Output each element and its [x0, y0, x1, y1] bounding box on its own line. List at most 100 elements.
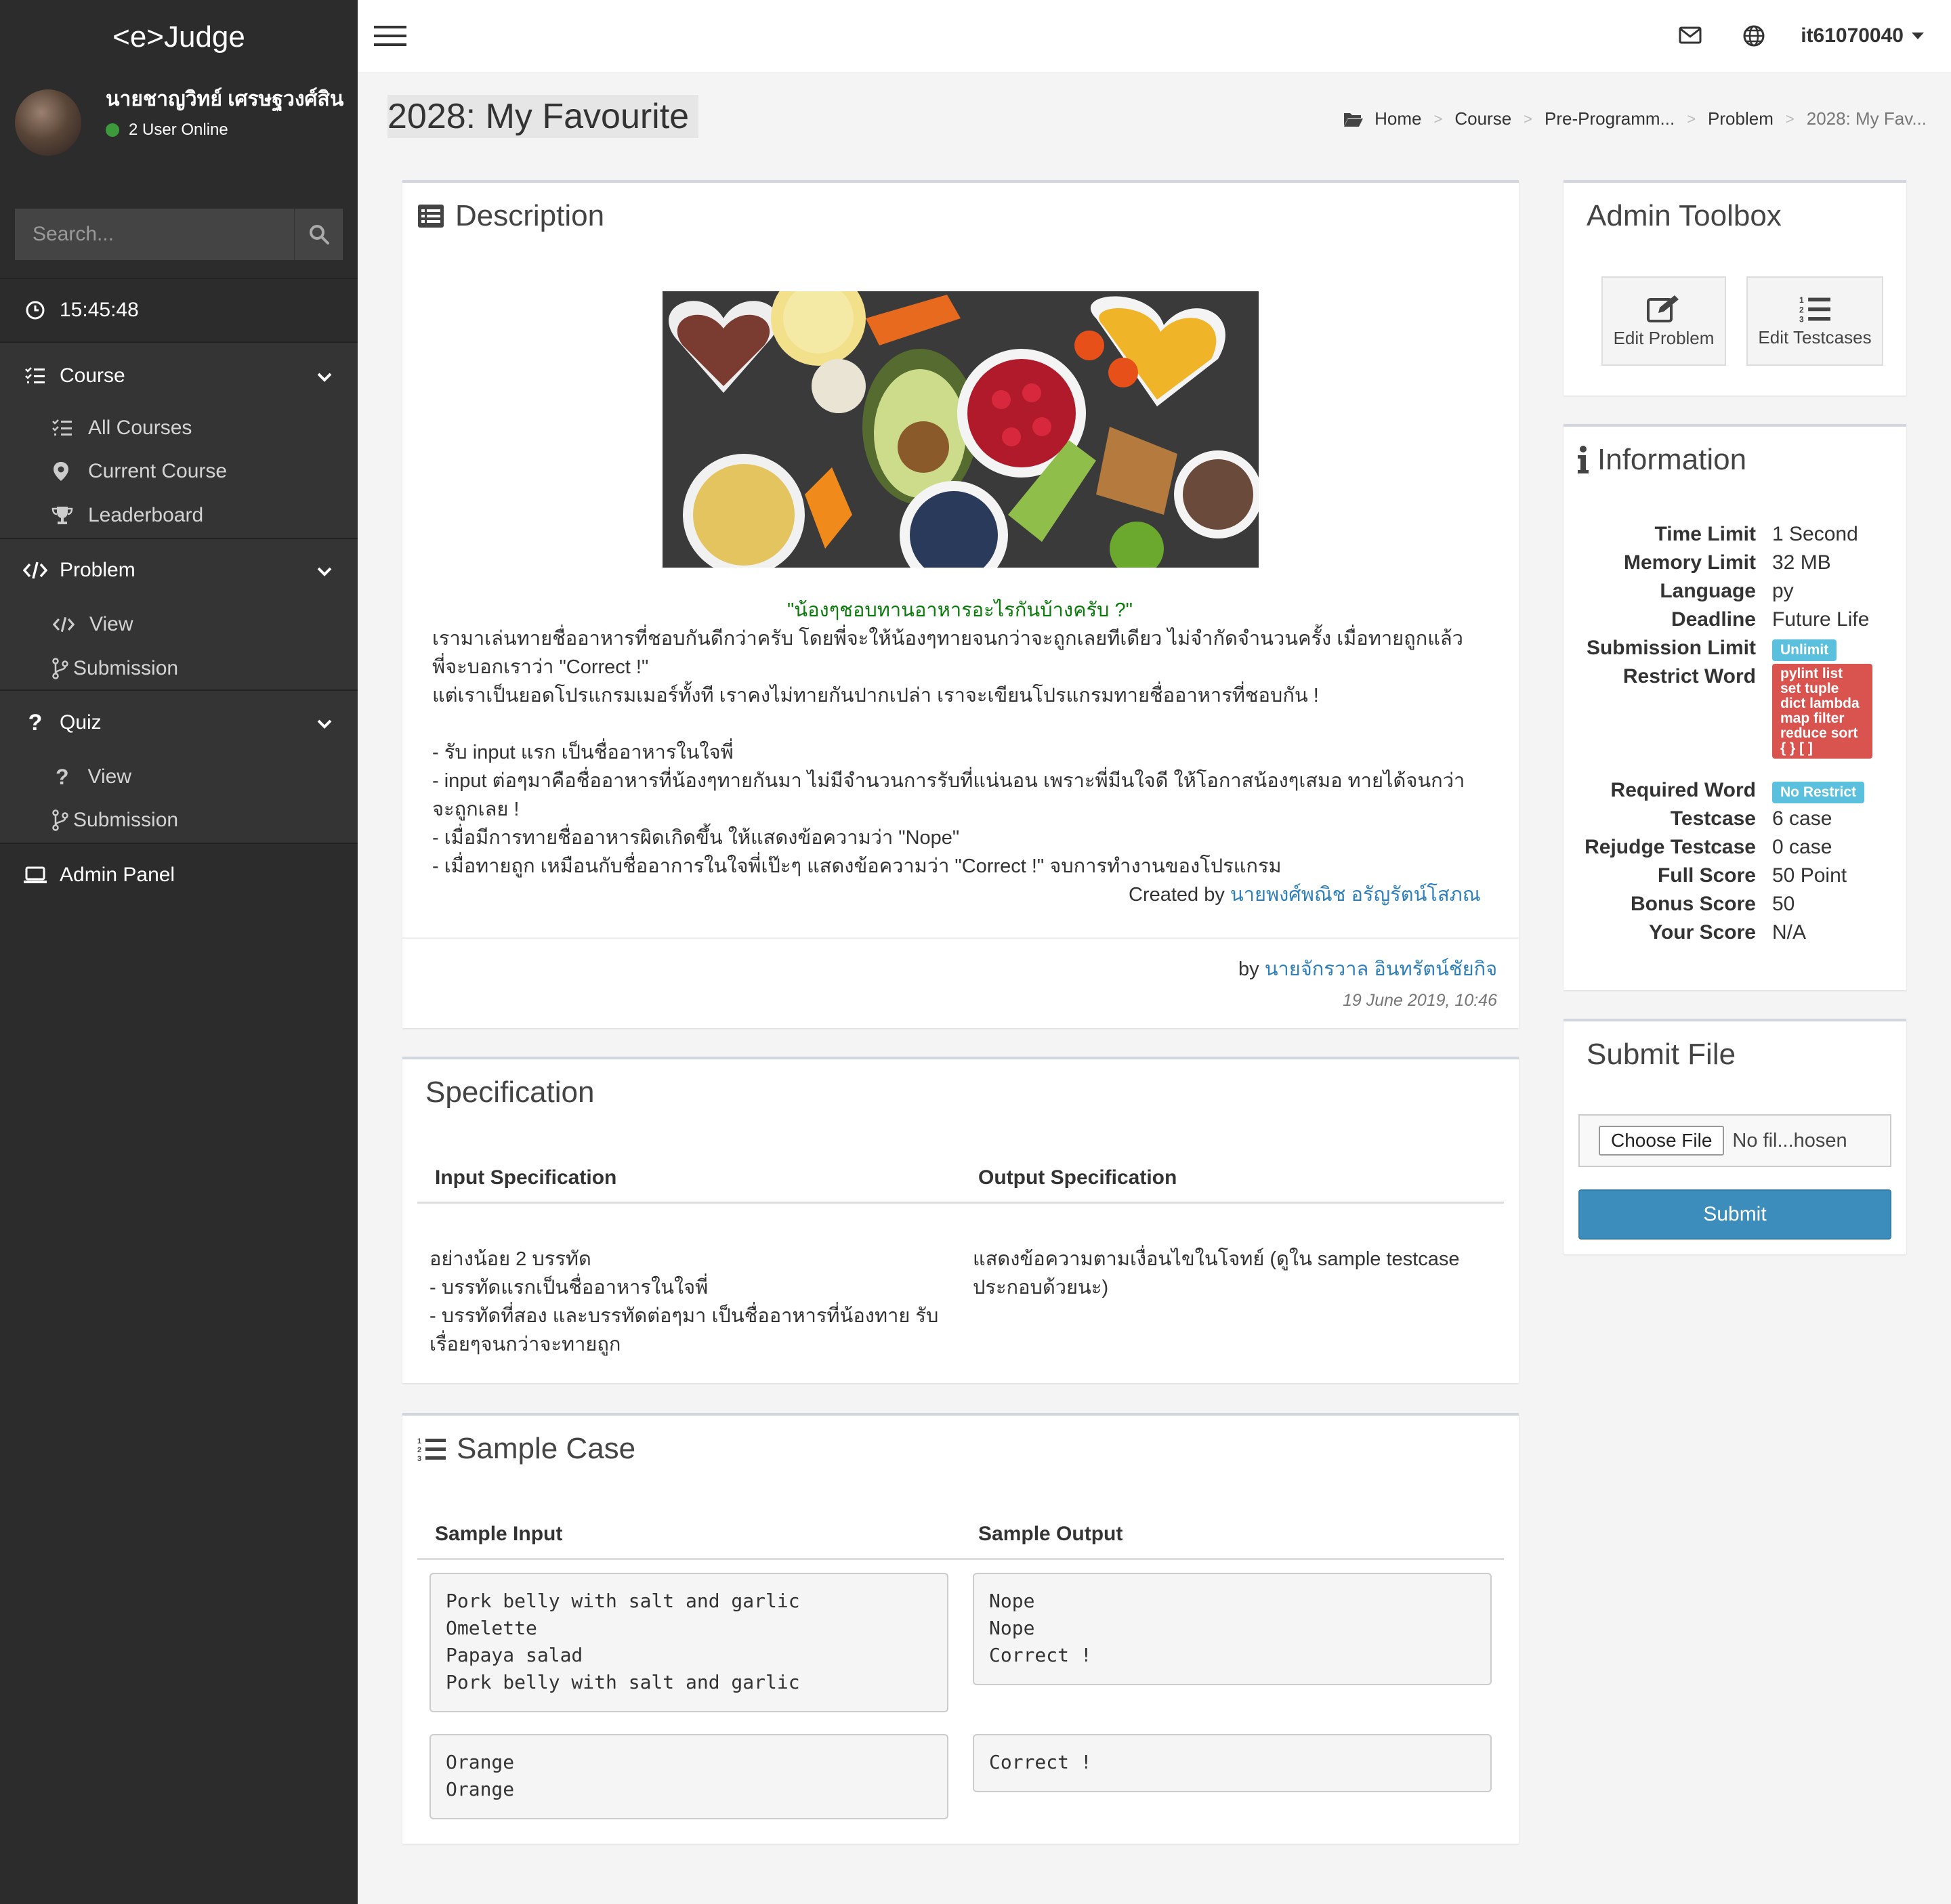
breadcrumb-separator: >	[1433, 110, 1443, 127]
info-rejudge-testcase: Rejudge Testcase 0 case	[1558, 833, 1897, 862]
info-key: Language	[1660, 580, 1756, 602]
clock-icon	[22, 300, 49, 320]
sidebar-item-course[interactable]: Course	[0, 343, 358, 409]
sidebar-item-problem[interactable]: Problem	[0, 539, 358, 601]
edit-problem-button[interactable]: Edit Problem	[1601, 276, 1726, 366]
sample-input-code: Pork belly with salt and garlic Omelette…	[429, 1573, 948, 1712]
spec-line: อย่างน้อย 2 บรรทัด	[429, 1248, 591, 1270]
globe-icon[interactable]	[1742, 24, 1765, 53]
choose-file-button[interactable]: Choose File	[1599, 1126, 1725, 1156]
sidebar-item-problem-submission[interactable]: Submission	[51, 655, 178, 682]
submit-button[interactable]: Submit	[1578, 1189, 1891, 1240]
info-key: Full Score	[1657, 864, 1756, 887]
info-value: 32 MB	[1772, 551, 1831, 574]
sidebar-item-problem-view[interactable]: View	[53, 611, 133, 638]
code-icon	[53, 616, 75, 633]
edit-testcases-label: Edit Testcases	[1758, 326, 1872, 347]
specification-title: Specification	[425, 1076, 594, 1109]
breadcrumb-separator: >	[1524, 110, 1533, 127]
file-name-text: No fil...hosen	[1732, 1129, 1847, 1151]
svg-text:2: 2	[417, 1446, 421, 1454]
chevron-down-icon	[317, 559, 332, 582]
description-line: - input ต่อๆมาคือชื่ออาหารที่น้องๆทายกัน…	[432, 770, 1465, 792]
submission-limit-badge: Unlimit	[1772, 639, 1837, 661]
laptop-icon	[22, 866, 49, 885]
submit-file-title: Submit File	[1587, 1038, 1736, 1072]
sidebar-item-label: Submission	[73, 657, 179, 679]
svg-text:1: 1	[1799, 295, 1804, 305]
description-line: - เมื่อทายถูก เหมือนกับชื่ออาการในใจพี่เ…	[432, 855, 1282, 877]
file-input[interactable]: Choose File No fil...hosen	[1578, 1114, 1891, 1167]
app-logo[interactable]: <e>Judge	[0, 0, 358, 75]
description-line: - รับ input แรก เป็นชื่ออาหารในใจพี่	[432, 742, 734, 763]
sidebar-item-quiz-submission[interactable]: Submission	[51, 807, 178, 834]
info-testcase: Testcase 6 case	[1558, 805, 1897, 833]
sidebar-item-label: Admin Panel	[60, 864, 175, 886]
spec-line: เรื่อยๆจนกว่าจะทายถูก	[429, 1334, 621, 1355]
created-by-label: Created by	[1129, 884, 1225, 906]
description-line: จะถูกเลย !	[432, 799, 520, 820]
info-key: Restrict Word	[1622, 665, 1756, 687]
breadcrumb-course[interactable]: Course	[1454, 108, 1511, 129]
description-line: พี่จะบอกเราว่า "Correct !"	[432, 656, 649, 678]
post-date: 19 June 2019, 10:46	[1343, 991, 1497, 1010]
sidebar-item-label: View	[87, 765, 132, 788]
author-by-label: by	[1238, 958, 1259, 980]
sidebar-item-label: Course	[60, 364, 125, 387]
spec-line: ประกอบด้วยนะ)	[973, 1277, 1109, 1298]
box-divider	[402, 937, 1519, 939]
box-title-text: Sample Case	[457, 1432, 636, 1465]
edit-testcases-button[interactable]: 123 Edit Testcases	[1746, 276, 1883, 366]
online-count: 2 User Online	[129, 121, 228, 139]
list-ol-icon: 123	[1799, 295, 1830, 323]
breadcrumb: Home > Course > Pre-Programm... > Proble…	[1343, 108, 1927, 129]
info-full-score: Full Score 50 Point	[1558, 862, 1897, 890]
box-title-text: Description	[455, 199, 605, 232]
sidebar-item-admin-panel[interactable]: Admin Panel	[0, 844, 358, 906]
envelope-icon[interactable]	[1679, 26, 1702, 50]
info-value: 1 Second	[1772, 523, 1858, 545]
sidebar-item-all-courses[interactable]: All Courses	[51, 415, 192, 442]
sidebar-item-leaderboard[interactable]: Leaderboard	[51, 502, 203, 529]
sidebar-item-label: Leaderboard	[88, 504, 204, 526]
sidebar-item-current-course[interactable]: Current Course	[51, 458, 227, 485]
description-title: Description	[417, 199, 604, 233]
info-key: Submission Limit	[1586, 637, 1756, 659]
breadcrumb-course-name[interactable]: Pre-Programm...	[1545, 108, 1675, 129]
info-value: 50 Point	[1772, 864, 1847, 887]
svg-text:2: 2	[1799, 305, 1804, 314]
sidebar-item-quiz-view[interactable]: ? View	[53, 763, 131, 790]
author-link[interactable]: นายจักรวาล อินทรัตน์ชัยกิจ	[1265, 958, 1497, 980]
breadcrumb-home[interactable]: Home	[1375, 108, 1421, 129]
chevron-down-icon	[317, 711, 332, 734]
avatar	[15, 89, 81, 156]
info-value: Future Life	[1772, 608, 1870, 631]
info-key: Time Limit	[1654, 523, 1756, 545]
breadcrumb-current: 2028: My Fav...	[1806, 108, 1927, 129]
sidebar-item-quiz[interactable]: ? Quiz	[0, 691, 358, 755]
chevron-down-icon	[317, 364, 332, 387]
info-key: Required Word	[1610, 779, 1756, 801]
created-by-link[interactable]: นายพงศ์พณิช อรัญรัตน์โสภณ	[1230, 884, 1481, 906]
info-time-limit: Time Limit 1 Second	[1558, 520, 1897, 549]
search-button[interactable]	[294, 209, 343, 260]
input-spec-header: Input Specification	[435, 1166, 617, 1189]
info-value: 6 case	[1772, 807, 1832, 830]
breadcrumb-problem[interactable]: Problem	[1708, 108, 1774, 129]
output-spec-header: Output Specification	[978, 1166, 1177, 1189]
hamburger-menu-icon[interactable]	[374, 24, 406, 53]
info-value: 50	[1772, 893, 1795, 915]
user-name: นายชาญวิทย์ เศรษฐวงศ์สิน	[106, 88, 344, 110]
info-key: Deadline	[1671, 608, 1756, 631]
user-menu[interactable]: it61070040	[1801, 24, 1924, 47]
sidebar-item-label: Submission	[73, 809, 179, 831]
description-line: แต่เราเป็นยอดโปรแกรมเมอร์ทั้งที เราคงไม่…	[432, 685, 1319, 706]
sample-output-header: Sample Output	[978, 1523, 1123, 1545]
restrict-word-badge: pylint list set tuple dict lambda map fi…	[1772, 664, 1872, 759]
clock: 15:45:48	[0, 279, 358, 341]
svg-text:3: 3	[1799, 314, 1804, 322]
description-line: - เมื่อมีการทายชื่ออาหารผิดเกิดขึ้น ให้แ…	[432, 827, 960, 849]
table-header-line	[417, 1202, 1504, 1204]
spec-line: แสดงข้อความตามเงื่อนไขในโจทย์ (ดูใน samp…	[973, 1248, 1460, 1270]
search-input[interactable]	[15, 209, 294, 260]
